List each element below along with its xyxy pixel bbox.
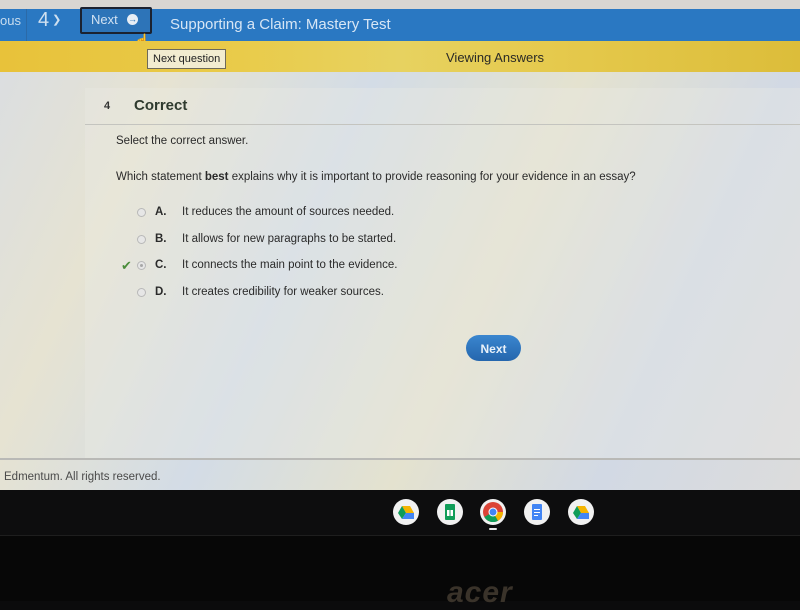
choice-letter: C. bbox=[155, 259, 167, 271]
choice-a[interactable]: A. It reduces the amount of sources need… bbox=[115, 206, 515, 233]
previous-label: ous bbox=[0, 13, 21, 28]
radio-d[interactable] bbox=[137, 287, 146, 297]
question-card: 4 Correct Select the correct answer. Whi… bbox=[85, 88, 800, 458]
brand-logo: acer bbox=[447, 576, 513, 609]
google-drive-icon[interactable] bbox=[393, 499, 419, 525]
question-number: 4 bbox=[38, 9, 50, 31]
status-banner: Viewing Answers bbox=[0, 41, 800, 72]
previous-button[interactable]: ous bbox=[0, 9, 27, 41]
choice-c[interactable]: ✔ C. It connects the main point to the e… bbox=[115, 258, 515, 286]
choice-b[interactable]: B. It allows for new paragraphs to be st… bbox=[115, 233, 515, 260]
copyright-text: Edmentum. All rights reserved. bbox=[4, 471, 161, 483]
choice-letter: A. bbox=[155, 206, 167, 218]
viewing-answers-label: Viewing Answers bbox=[446, 50, 545, 65]
question-number-label: 4 bbox=[104, 100, 111, 112]
choice-text: It reduces the amount of sources needed. bbox=[182, 206, 395, 218]
radio-b[interactable] bbox=[137, 234, 146, 244]
test-title: Supporting a Claim: Mastery Test bbox=[170, 16, 391, 33]
question-text-start: Which statement bbox=[116, 171, 205, 183]
choice-letter: B. bbox=[155, 232, 167, 245]
google-sheets-icon[interactable] bbox=[437, 499, 463, 525]
next-question-tooltip: Next question bbox=[147, 49, 227, 69]
choice-text: It connects the main point to the eviden… bbox=[182, 259, 398, 271]
chromeos-shelf bbox=[0, 490, 800, 535]
google-drive-icon[interactable] bbox=[568, 499, 594, 525]
active-app-indicator bbox=[489, 528, 497, 530]
next-button[interactable]: Next bbox=[466, 335, 521, 361]
question-text-end: explains why it is important to provide … bbox=[228, 171, 636, 183]
test-navbar: ous 4 ❯ Next → Supporting a Claim: Master… bbox=[0, 7, 800, 41]
google-docs-icon[interactable] bbox=[524, 499, 550, 525]
question-header: 4 Correct bbox=[85, 88, 800, 125]
footer-divider bbox=[0, 458, 800, 460]
question-text: Which statement best explains why it is … bbox=[116, 171, 636, 183]
question-number-dropdown[interactable]: 4 ❯ bbox=[27, 9, 79, 41]
arrow-right-circle-icon: → bbox=[127, 14, 138, 25]
choice-d[interactable]: D. It creates credibility for weaker sou… bbox=[115, 286, 515, 313]
laptop-bezel: acer bbox=[0, 535, 800, 609]
radio-c[interactable] bbox=[137, 261, 146, 270]
chevron-down-icon: ❯ bbox=[52, 14, 62, 26]
chrome-icon[interactable] bbox=[480, 499, 506, 525]
radio-a[interactable] bbox=[137, 208, 146, 217]
checkmark-icon: ✔ bbox=[121, 258, 132, 273]
question-instruction: Select the correct answer. bbox=[116, 135, 249, 147]
nav-next-label: Next bbox=[91, 12, 118, 27]
result-status: Correct bbox=[134, 97, 188, 114]
answer-choices: A. It reduces the amount of sources need… bbox=[115, 206, 515, 312]
screen: ous 4 ❯ Next → Supporting a Claim: Master… bbox=[0, 0, 800, 490]
choice-text: It creates credibility for weaker source… bbox=[182, 285, 384, 298]
choice-letter: D. bbox=[155, 285, 167, 298]
choice-text: It allows for new paragraphs to be start… bbox=[182, 232, 397, 245]
question-text-emphasis: best bbox=[204, 171, 229, 183]
nav-next-button[interactable]: Next → bbox=[80, 7, 152, 34]
